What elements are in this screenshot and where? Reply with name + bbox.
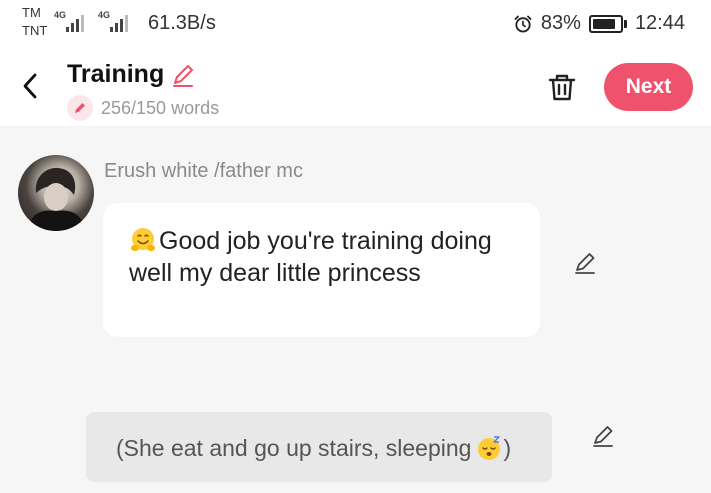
message-bubble[interactable]: Good job you're training doing well my d… — [103, 203, 540, 337]
title-block: Training 256/150 words — [67, 60, 219, 121]
status-right: 83% 12:44 — [513, 12, 685, 35]
signal-1-icon: 4G — [54, 10, 90, 32]
chevron-left-icon — [23, 73, 37, 99]
narration-bubble[interactable]: (She eat and go up stairs, sleeping ) — [86, 412, 552, 482]
message-text: Good job you're training doing well my d… — [129, 227, 492, 287]
sleeping-face-emoji-icon — [478, 436, 501, 460]
net-speed: 61.3B/s — [148, 12, 216, 34]
edit-message-icon[interactable] — [572, 250, 598, 276]
hugging-face-emoji-icon — [131, 228, 155, 251]
back-button[interactable] — [14, 68, 46, 104]
carrier-top: TM — [22, 5, 41, 20]
status-bar: TM TNT 4G 4G 61.3B/s 83% 12:44 — [0, 0, 711, 50]
sender-name: Erush white /father mc — [104, 160, 303, 182]
next-button[interactable]: Next — [604, 63, 693, 111]
pencil-badge-icon — [67, 95, 93, 121]
narration-text: (She eat and go up stairs, sleeping — [116, 435, 472, 461]
battery-percent: 83% — [540, 12, 581, 34]
carrier-labels: TM TNT — [22, 6, 47, 42]
clock: 12:44 — [634, 12, 685, 34]
edit-narration-icon[interactable] — [590, 423, 616, 449]
network-type-1: 4G — [54, 10, 67, 20]
avatar[interactable] — [18, 155, 94, 231]
signal-indicators: 4G 4G — [54, 10, 134, 32]
narration-end: ) — [503, 435, 512, 461]
battery-icon — [588, 14, 627, 33]
top-bar: Training 256/150 words Next — [0, 50, 711, 126]
carrier-bottom: TNT — [22, 23, 48, 38]
word-count: 256/150 words — [101, 97, 220, 118]
signal-2-icon: 4G — [98, 10, 134, 32]
avatar-image — [28, 167, 86, 231]
network-type-2: 4G — [98, 10, 111, 20]
alarm-clock-icon — [514, 15, 532, 32]
title-edit-icon[interactable] — [170, 62, 196, 88]
page-title: Training — [67, 60, 165, 88]
delete-button[interactable] — [545, 70, 579, 104]
